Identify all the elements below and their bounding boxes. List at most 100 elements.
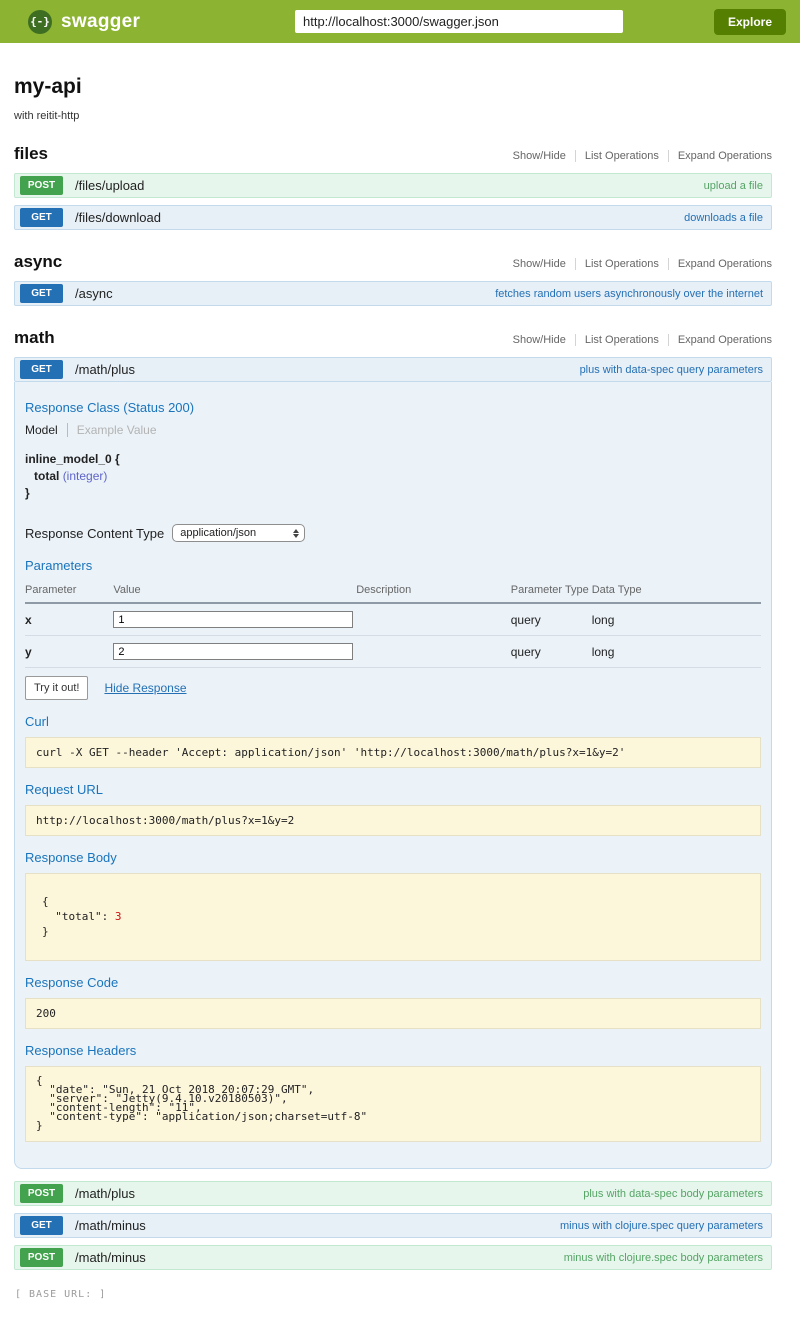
operation-summary-link[interactable]: plus with data-spec body parameters — [583, 1188, 763, 1200]
operation-row-get-files-download[interactable]: GET /files/download downloads a file — [14, 205, 772, 230]
col-header-parameter-type: Parameter Type — [511, 581, 592, 603]
show-hide-link[interactable]: Show/Hide — [504, 334, 575, 346]
request-url-heading: Request URL — [25, 782, 761, 797]
param-type: query — [511, 636, 592, 668]
parameters-heading: Parameters — [25, 558, 761, 573]
param-x-input[interactable] — [113, 611, 353, 628]
operation-summary-link[interactable]: fetches random users asynchronously over… — [495, 288, 763, 300]
response-headers-line: "content-type": "application/json;charse… — [36, 1110, 367, 1123]
http-method-badge: POST — [20, 1184, 63, 1203]
operation-summary-link[interactable]: minus with clojure.spec query parameters — [560, 1220, 763, 1232]
curl-command-box: curl -X GET --header 'Accept: applicatio… — [25, 737, 761, 768]
model-signature-open: inline_model_0 { — [25, 451, 761, 468]
expand-operations-link[interactable]: Expand Operations — [668, 150, 772, 162]
operation-row-post-math-minus[interactable]: POST /math/minus minus with clojure.spec… — [14, 1245, 772, 1270]
table-row-y: y query long — [25, 636, 761, 668]
operation-path-link[interactable]: /async — [75, 286, 113, 301]
http-method-badge: GET — [20, 360, 63, 379]
table-row-x: x query long — [25, 603, 761, 636]
select-arrows-icon — [293, 529, 299, 538]
resource-header-files: files Show/Hide List Operations Expand O… — [14, 144, 772, 164]
hide-response-link[interactable]: Hide Response — [104, 681, 186, 695]
param-name: y — [25, 636, 113, 668]
operation-summary-link[interactable]: upload a file — [704, 180, 763, 192]
operation-summary-link[interactable]: plus with data-spec query parameters — [580, 364, 763, 376]
param-name: x — [25, 603, 113, 636]
model-property-name: total — [34, 469, 59, 483]
model-signature-close: } — [25, 485, 761, 502]
response-class-heading: Response Class (Status 200) — [25, 400, 761, 415]
show-hide-link[interactable]: Show/Hide — [504, 150, 575, 162]
response-body-value: 3 — [115, 910, 122, 923]
show-hide-link[interactable]: Show/Hide — [504, 258, 575, 270]
swagger-logo[interactable]: {-} swagger — [28, 10, 140, 34]
curl-heading: Curl — [25, 714, 761, 729]
operation-row-post-math-plus[interactable]: POST /math/plus plus with data-spec body… — [14, 1181, 772, 1206]
operation-summary-link[interactable]: downloads a file — [684, 212, 763, 224]
operation-path-link[interactable]: /math/plus — [75, 362, 135, 377]
expand-operations-link[interactable]: Expand Operations — [668, 334, 772, 346]
api-info: my-api with reitit-http — [14, 75, 772, 122]
operation-row-get-math-minus[interactable]: GET /math/minus minus with clojure.spec … — [14, 1213, 772, 1238]
tab-model[interactable]: Model — [25, 423, 68, 437]
swagger-logo-icon: {-} — [28, 10, 52, 34]
operation-path-link[interactable]: /math/minus — [75, 1218, 146, 1233]
operation-row-get-math-plus[interactable]: GET /math/plus plus with data-spec query… — [14, 357, 772, 382]
response-content-type-value: application/json — [180, 527, 256, 539]
col-header-data-type: Data Type — [592, 581, 761, 603]
param-data-type: long — [592, 636, 761, 668]
operation-summary-link[interactable]: minus with clojure.spec body parameters — [564, 1252, 763, 1264]
resource-controls: Show/Hide List Operations Expand Operati… — [504, 334, 772, 346]
list-operations-link[interactable]: List Operations — [575, 258, 668, 270]
list-operations-link[interactable]: List Operations — [575, 334, 668, 346]
param-description — [356, 636, 511, 668]
response-body-open: { — [42, 895, 49, 908]
http-method-badge: POST — [20, 1248, 63, 1267]
operation-detail-panel: Response Class (Status 200) Model Exampl… — [14, 382, 772, 1169]
resource-header-math: math Show/Hide List Operations Expand Op… — [14, 328, 772, 348]
operation-path-link[interactable]: /math/plus — [75, 1186, 135, 1201]
model-signature: inline_model_0 { total (integer) } — [25, 451, 761, 502]
spec-url-input[interactable] — [295, 10, 623, 33]
col-header-parameter: Parameter — [25, 581, 113, 603]
response-body-close: } — [42, 925, 49, 938]
response-headers-line: } — [36, 1119, 43, 1132]
api-page: my-api with reitit-http files Show/Hide … — [0, 75, 800, 1320]
http-method-badge: GET — [20, 1216, 63, 1235]
param-y-input[interactable] — [113, 643, 353, 660]
resource-controls: Show/Hide List Operations Expand Operati… — [504, 258, 772, 270]
operation-path-link[interactable]: /files/download — [75, 210, 161, 225]
resource-title-math[interactable]: math — [14, 328, 55, 348]
try-it-out-row: Try it out! Hide Response — [25, 676, 761, 700]
operation-path-link[interactable]: /files/upload — [75, 178, 144, 193]
resource-controls: Show/Hide List Operations Expand Operati… — [504, 150, 772, 162]
api-title: my-api — [14, 75, 772, 99]
try-it-out-button[interactable]: Try it out! — [25, 676, 88, 700]
http-method-badge: GET — [20, 208, 63, 227]
operation-row-post-files-upload[interactable]: POST /files/upload upload a file — [14, 173, 772, 198]
resource-header-async: async Show/Hide List Operations Expand O… — [14, 252, 772, 272]
response-code-box: 200 — [25, 998, 761, 1029]
response-body-heading: Response Body — [25, 850, 761, 865]
expand-operations-link[interactable]: Expand Operations — [668, 258, 772, 270]
model-tabs: Model Example Value — [25, 423, 761, 437]
tab-example-value[interactable]: Example Value — [68, 423, 157, 437]
resource-title-files[interactable]: files — [14, 144, 48, 164]
response-content-type-row: Response Content Type application/json — [25, 524, 761, 542]
model-property-type[interactable]: (integer) — [63, 469, 108, 483]
col-header-value: Value — [113, 581, 356, 603]
operation-path-link[interactable]: /math/minus — [75, 1250, 146, 1265]
param-description — [356, 603, 511, 636]
response-body-key: "total": — [42, 910, 115, 923]
resource-title-async[interactable]: async — [14, 252, 62, 272]
http-method-badge: POST — [20, 176, 63, 195]
response-content-type-label: Response Content Type — [25, 526, 164, 541]
explore-button[interactable]: Explore — [714, 9, 786, 35]
top-bar: {-} swagger Explore — [0, 0, 800, 43]
response-content-type-select[interactable]: application/json — [172, 524, 305, 542]
parameters-table: Parameter Value Description Parameter Ty… — [25, 581, 761, 668]
operation-row-get-async[interactable]: GET /async fetches random users asynchro… — [14, 281, 772, 306]
request-url-box: http://localhost:3000/math/plus?x=1&y=2 — [25, 805, 761, 836]
list-operations-link[interactable]: List Operations — [575, 150, 668, 162]
response-body-box: { "total": 3 } — [25, 873, 761, 961]
